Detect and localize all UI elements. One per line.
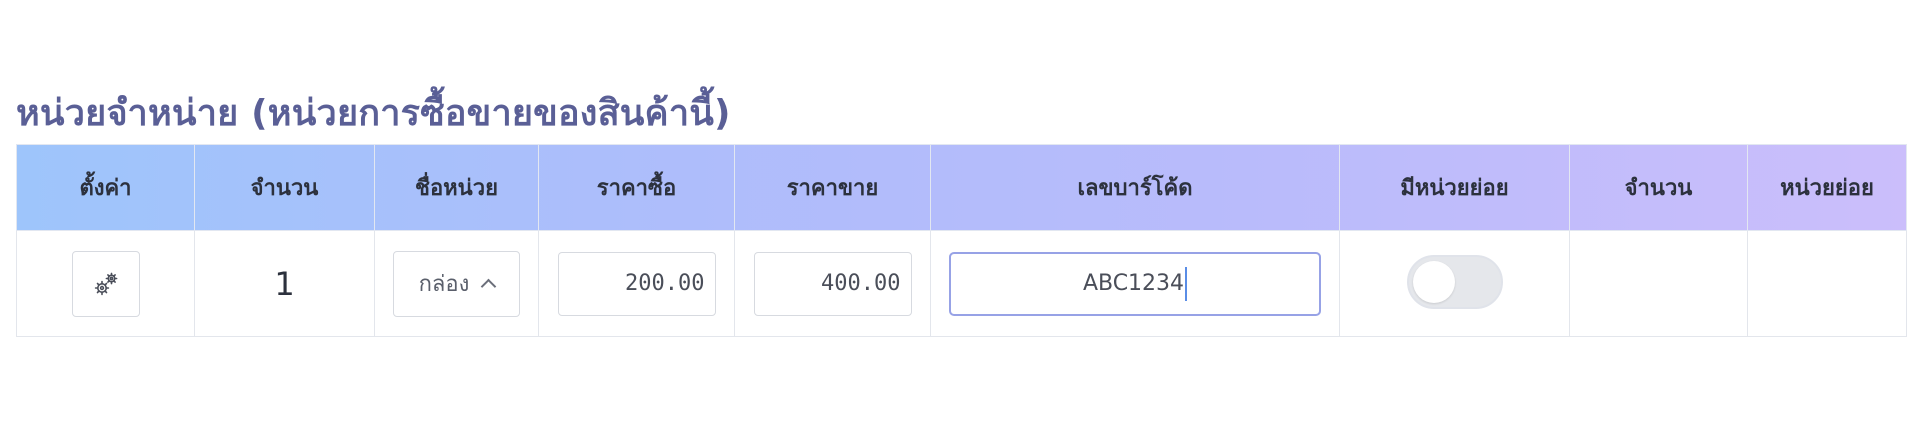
- quantity-cell: 1: [194, 230, 375, 337]
- header-barcode: เลขบาร์โค้ด: [930, 144, 1340, 231]
- header-row: ตั้งค่า จำนวน ชื่อหน่วย ราคาซื้อ ราคาขาย…: [16, 144, 1907, 231]
- table-header: ตั้งค่า จำนวน ชื่อหน่วย ราคาซื้อ ราคาขาย…: [16, 144, 1907, 231]
- subunit-cell: [1747, 230, 1907, 337]
- has-subunit-toggle[interactable]: [1406, 254, 1503, 309]
- sell-price-cell: [734, 230, 931, 337]
- sell-price-input[interactable]: [753, 251, 912, 316]
- header-buy-price: ราคาซื้อ: [538, 144, 735, 231]
- header-unit-name: ชื่อหน่วย: [374, 144, 539, 231]
- unit-name-cell: กล่อง: [374, 230, 539, 337]
- unit-name-select[interactable]: กล่อง: [393, 250, 520, 317]
- buy-price-input[interactable]: [557, 251, 716, 316]
- barcode-cell: ABC1234: [930, 230, 1340, 337]
- toggle-knob: [1412, 260, 1455, 303]
- barcode-input[interactable]: ABC1234: [949, 251, 1321, 316]
- header-has-subunit: มีหน่วยย่อย: [1339, 144, 1570, 231]
- settings-button[interactable]: [71, 250, 140, 317]
- buy-price-cell: [538, 230, 735, 337]
- barcode-value: ABC1234: [1082, 271, 1185, 296]
- table-row: 1 กล่อง ABC1234: [16, 230, 1907, 337]
- header-sell-price: ราคาขาย: [734, 144, 931, 231]
- sub-quantity-cell: [1569, 230, 1748, 337]
- section-title: หน่วยจำหน่าย (หน่วยการซื้อขายของสินค้านี…: [16, 93, 731, 134]
- header-sub-quantity: จำนวน: [1569, 144, 1748, 231]
- unit-name-value: กล่อง: [418, 272, 470, 297]
- settings-cell: [16, 230, 195, 337]
- has-subunit-cell: [1339, 230, 1570, 337]
- header-subunit: หน่วยย่อย: [1747, 144, 1907, 231]
- quantity-value: 1: [274, 264, 295, 303]
- header-settings: ตั้งค่า: [16, 144, 195, 231]
- sales-unit-table: ตั้งค่า จำนวน ชื่อหน่วย ราคาซื้อ ราคาขาย…: [16, 144, 1907, 337]
- header-quantity: จำนวน: [194, 144, 375, 231]
- gear-icon: [94, 272, 117, 295]
- text-caret: [1185, 266, 1188, 301]
- chevron-up-icon: [481, 278, 497, 295]
